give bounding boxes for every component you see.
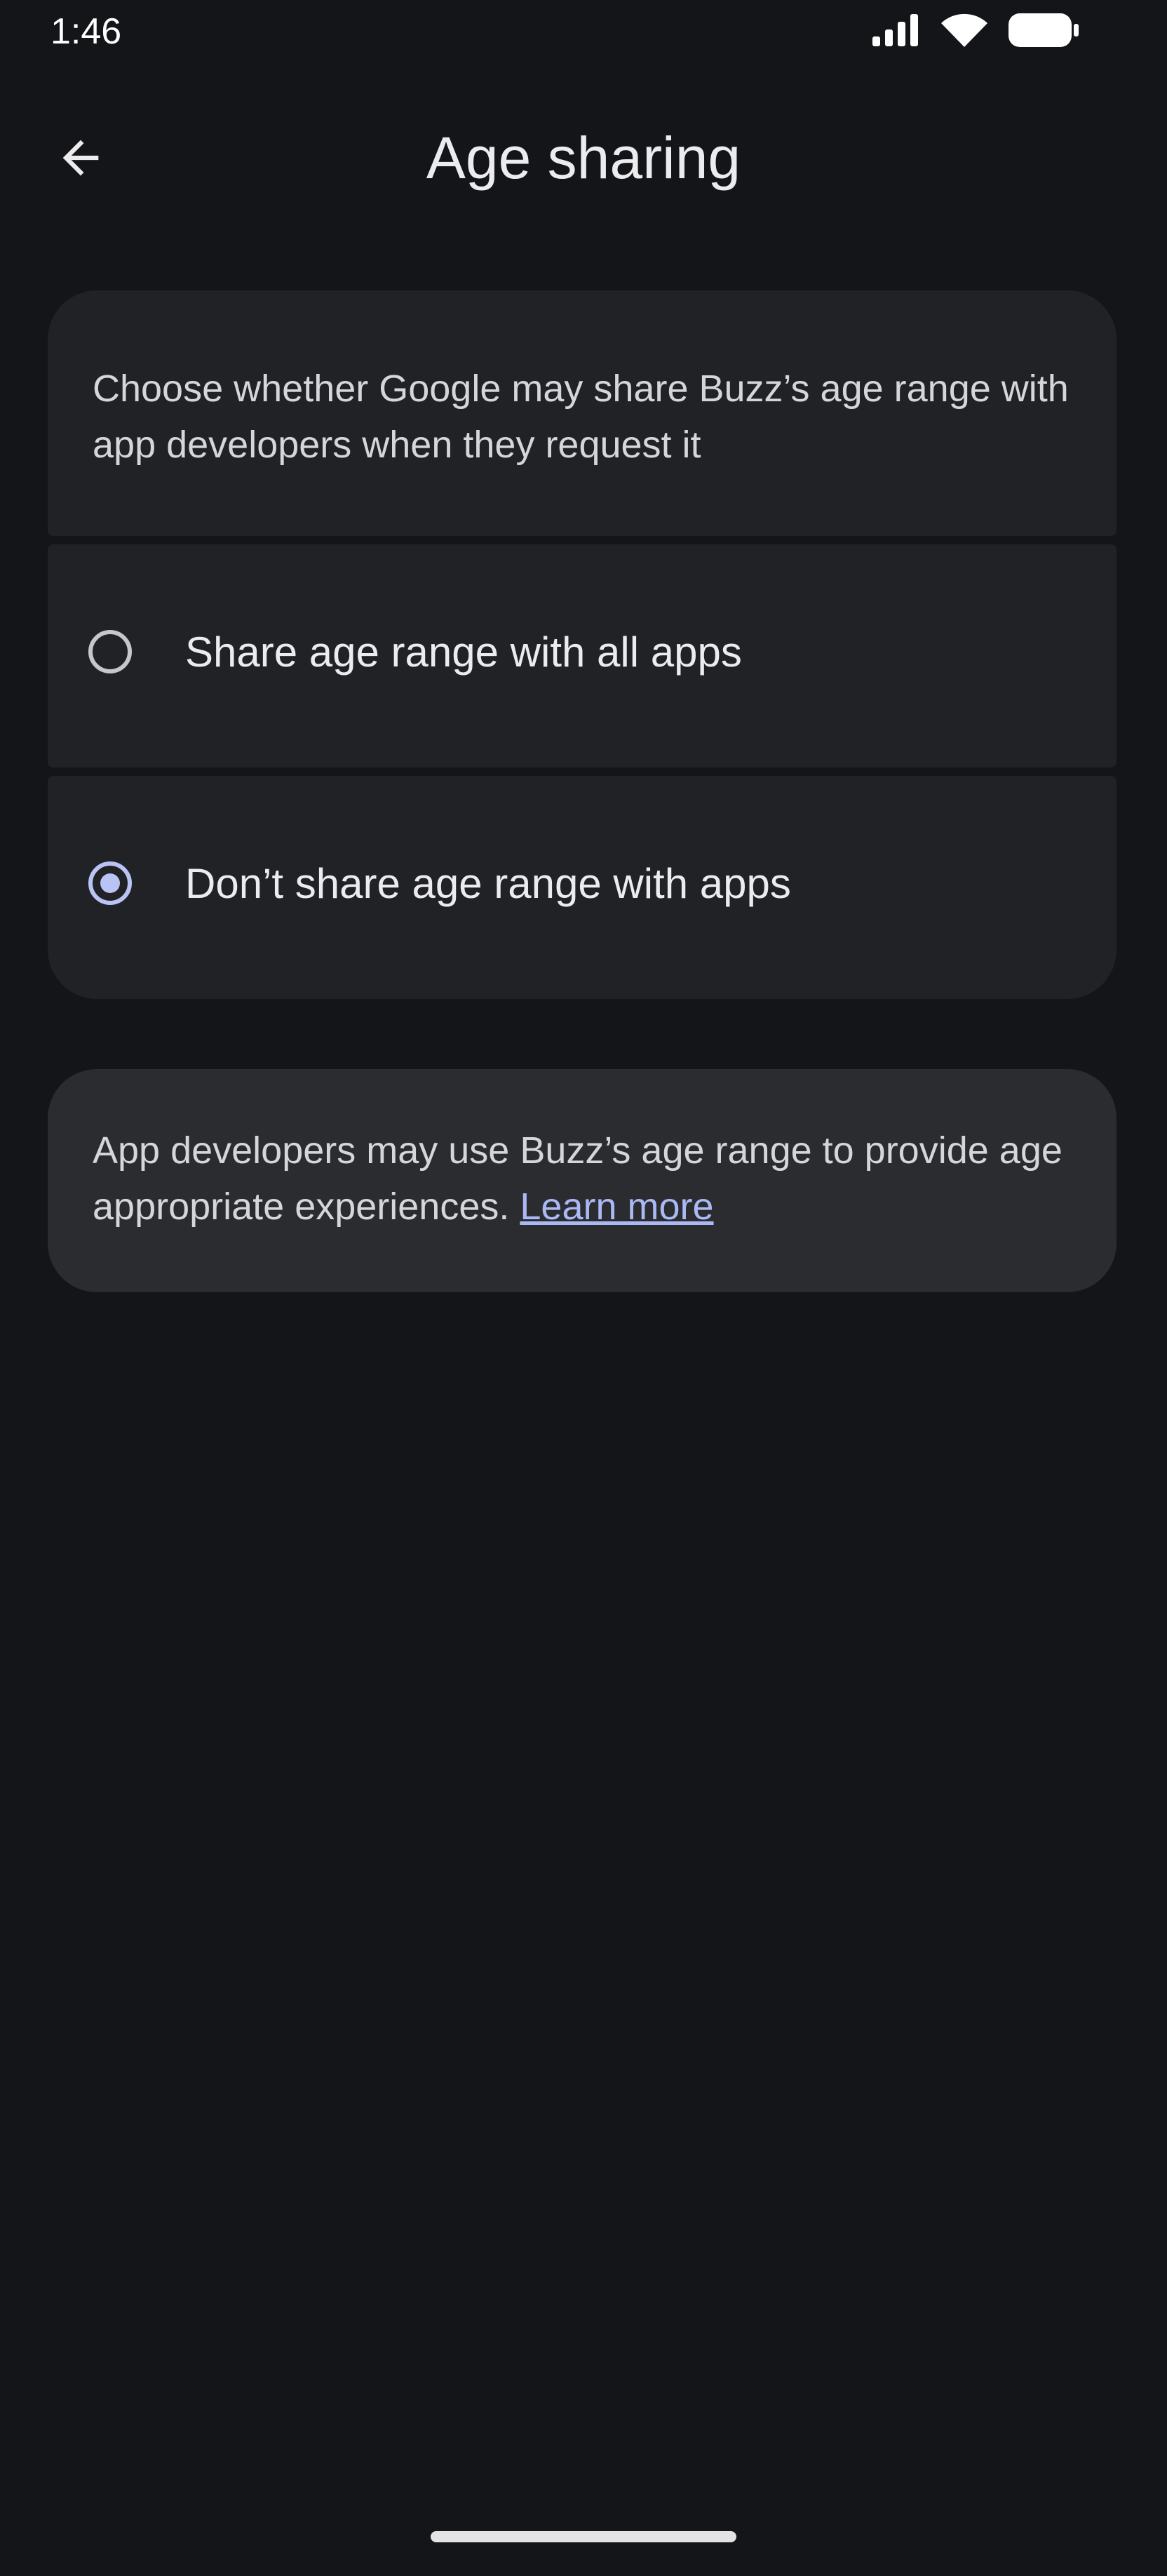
option-label: Don’t share age range with apps [185, 860, 791, 907]
app-bar: Age sharing [0, 91, 1167, 217]
wifi-icon [940, 12, 989, 52]
status-icons [871, 11, 1080, 52]
battery-icon [1007, 12, 1080, 52]
page-title: Age sharing [426, 125, 741, 191]
option-share-all-apps[interactable]: Share age range with all apps [48, 544, 1117, 767]
option-dont-share[interactable]: Don’t share age range with apps [48, 776, 1117, 999]
signal-icon [871, 13, 922, 51]
radio-share-all-apps[interactable] [88, 630, 132, 673]
status-bar: 1:46 [0, 0, 1167, 70]
learn-more-link[interactable]: Learn more [520, 1186, 713, 1228]
status-time: 1:46 [50, 11, 122, 52]
home-indicator[interactable] [431, 2531, 736, 2542]
info-card: App developers may use Buzz’s age range … [48, 1069, 1117, 1292]
description-card: Choose whether Google may share Buzz’s a… [48, 290, 1117, 536]
info-text: App developers may use Buzz’s age range … [93, 1122, 1088, 1235]
radio-dont-share[interactable] [88, 861, 132, 905]
description-text: Choose whether Google may share Buzz’s a… [93, 368, 1069, 466]
option-label: Share age range with all apps [185, 629, 742, 676]
